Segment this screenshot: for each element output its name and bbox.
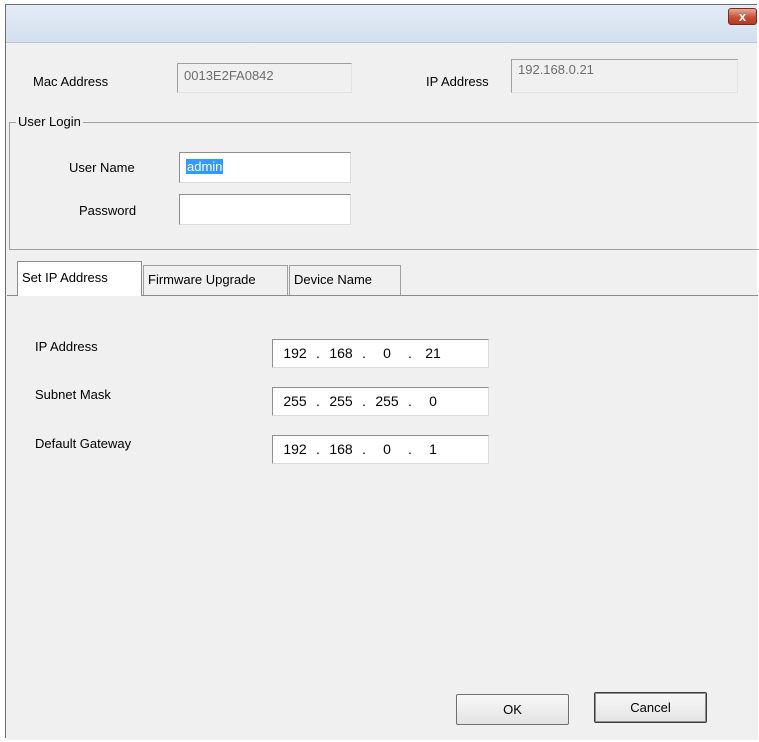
close-icon: x (738, 9, 747, 24)
subnet-mask-input[interactable]: 255 . 255 . 255 . 0 (272, 387, 489, 416)
ip-address-label: IP Address (426, 74, 489, 89)
gw-dot-3: . (408, 441, 412, 457)
gw-octet-3: 0 (383, 441, 391, 457)
mask-octet-3: 255 (375, 393, 399, 409)
tab-set-ip-address[interactable]: Set IP Address (17, 261, 142, 296)
username-input[interactable]: admin (179, 152, 351, 183)
mask-octet-1: 255 (283, 393, 307, 409)
tab-firmware-upgrade[interactable]: Firmware Upgrade (143, 265, 288, 295)
mask-dot-3: . (408, 393, 412, 409)
dialog-client-area: Mac Address 0013E2FA0842 IP Address 192.… (6, 43, 759, 740)
tab-device-name[interactable]: Device Name (289, 265, 401, 295)
panel-ip-address-label: IP Address (35, 339, 98, 354)
user-login-group-title: User Login (16, 114, 83, 129)
default-gateway-label: Default Gateway (35, 436, 132, 451)
title-bar: x (6, 5, 757, 43)
mac-address-label: Mac Address (33, 74, 109, 89)
gw-octet-1: 192 (283, 441, 307, 457)
close-button[interactable]: x (728, 8, 757, 25)
ip-address-field: 192.168.0.21 (511, 59, 738, 93)
gw-dot-2: . (362, 441, 366, 457)
ip-dot-3: . (408, 345, 412, 361)
mask-octet-2: 255 (329, 393, 353, 409)
ip-octet-1: 192 (283, 345, 307, 361)
gw-octet-4: 1 (429, 441, 437, 457)
set-ip-address-panel: IP Address 192 . 168 . 0 . 21 Subnet Mas… (7, 295, 758, 740)
default-gateway-input[interactable]: 192 . 168 . 0 . 1 (272, 435, 489, 464)
mask-dot-1: . (316, 393, 320, 409)
user-login-group: User Login (9, 114, 759, 250)
gw-dot-1: . (316, 441, 320, 457)
ip-address-input[interactable]: 192 . 168 . 0 . 21 (272, 339, 489, 368)
username-value: admin (186, 159, 224, 174)
username-label: User Name (69, 160, 135, 175)
cancel-button[interactable]: Cancel (594, 692, 707, 723)
dialog-window: x Mac Address 0013E2FA0842 IP Address 19… (5, 4, 759, 740)
ok-button[interactable]: OK (456, 694, 569, 725)
ip-dot-1: . (316, 345, 320, 361)
mask-dot-2: . (362, 393, 366, 409)
password-input[interactable] (179, 194, 351, 225)
ip-octet-3: 0 (383, 345, 391, 361)
mask-octet-4: 0 (429, 393, 437, 409)
password-label: Password (79, 203, 137, 218)
gw-octet-2: 168 (329, 441, 353, 457)
ip-dot-2: . (362, 345, 366, 361)
mac-address-field: 0013E2FA0842 (177, 63, 352, 93)
ip-octet-2: 168 (329, 345, 353, 361)
ip-octet-4: 21 (425, 345, 441, 361)
subnet-mask-label: Subnet Mask (35, 387, 111, 402)
